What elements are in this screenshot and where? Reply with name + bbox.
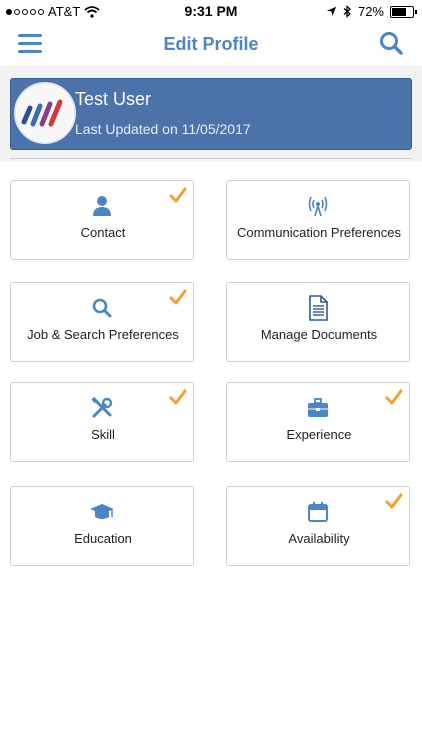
experience-card[interactable]: Experience [226,382,410,462]
skill-label: Skill [91,427,115,442]
checkmark-icon [169,187,187,203]
battery-percent: 72% [357,4,384,19]
availability-card[interactable]: Availability [226,486,410,566]
communication-preferences-label: Communication Preferences [236,225,402,240]
avatar [14,82,76,144]
tools-icon [91,397,113,418]
manage-documents-card[interactable]: Manage Documents [226,282,410,362]
battery-level [392,7,406,16]
bluetooth-icon [343,5,351,18]
search-icon [92,298,112,318]
checkmark-icon [385,389,403,405]
document-icon [309,295,328,321]
contact-card[interactable]: Contact [10,180,194,260]
education-card[interactable]: Education [10,486,194,566]
education-label: Education [74,531,132,546]
profile-name: Test User [75,89,152,109]
navigation-bar: Edit Profile [0,22,422,67]
status-indicators: 72% [326,4,417,19]
antenna-icon [308,196,328,217]
experience-label: Experience [286,427,352,442]
job-search-preferences-card[interactable]: Job & Search Preferences [10,282,194,362]
profile-section: Test User Last Updated on 11/05/2017 [0,66,422,162]
briefcase-icon [308,398,328,417]
page-title: Edit Profile [163,34,259,54]
contact-label: Contact [80,225,126,240]
search-icon[interactable] [378,30,404,56]
skill-card[interactable]: Skill [10,382,194,462]
graduation-cap-icon [90,504,114,519]
calendar-icon [308,502,328,522]
brand-logo-icon [17,85,73,141]
last-updated: Last Updated on 11/05/2017 [75,121,251,137]
checkmark-icon [169,389,187,405]
person-icon [93,196,111,216]
location-arrow-icon [326,6,337,17]
communication-preferences-card[interactable]: Communication Preferences [226,180,410,260]
divider [10,158,412,159]
availability-label: Availability [288,531,350,546]
battery-icon [390,5,417,18]
status-bar: AT&T 9:31 PM 72% [0,0,422,22]
checkmark-icon [385,493,403,509]
manage-documents-label: Manage Documents [260,327,378,342]
checkmark-icon [169,289,187,305]
profile-banner[interactable]: Test User Last Updated on 11/05/2017 [10,78,412,150]
job-search-preferences-label: Job & Search Preferences [27,327,179,342]
